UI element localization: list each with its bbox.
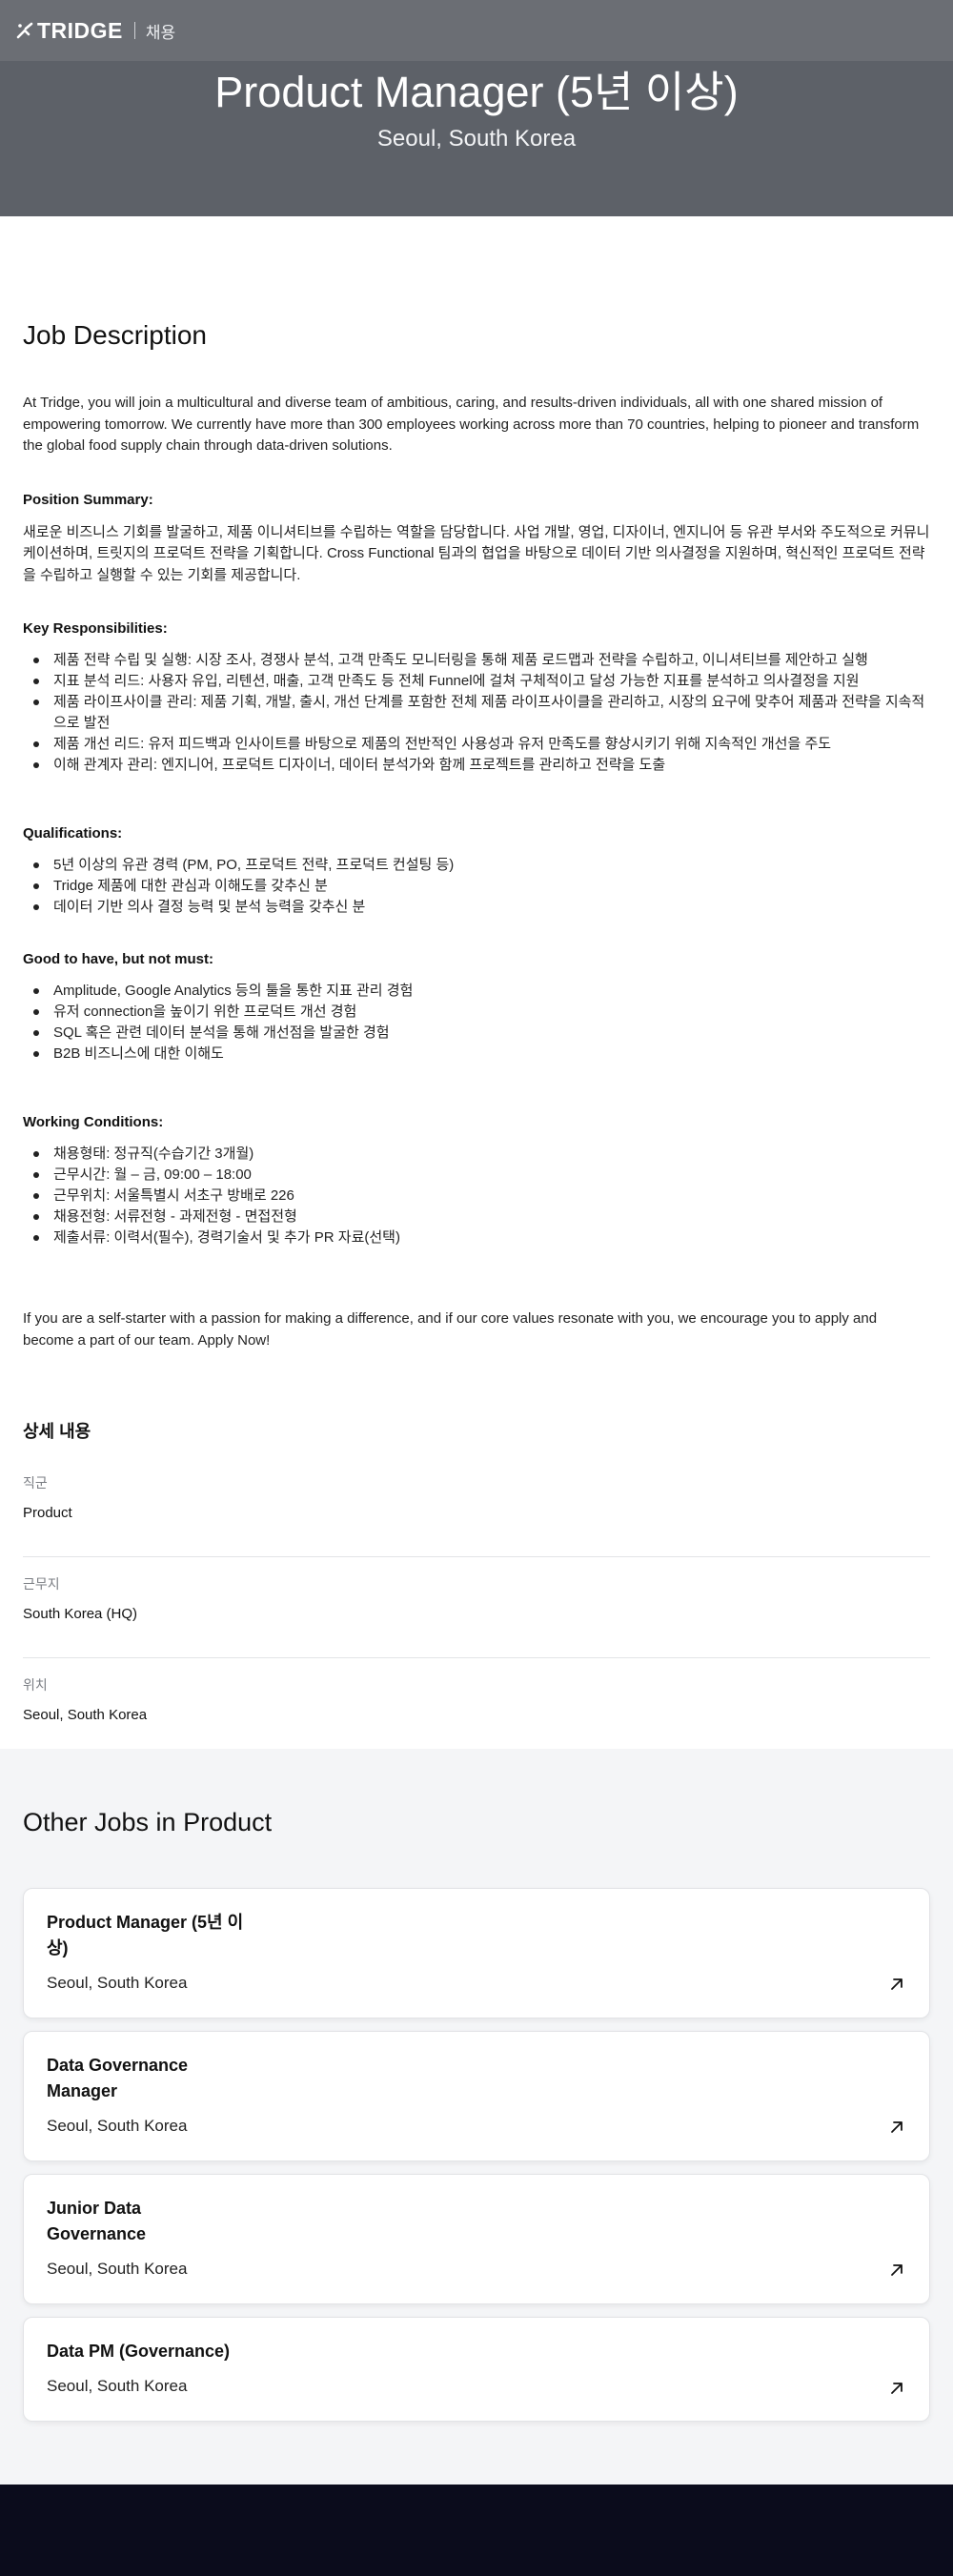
good-to-have-title: Good to have, but not must: [23,951,213,967]
responsibilities-list: 제품 전략 수립 및 실행: 시장 조사, 경쟁사 분석, 고객 만족도 모니터… [23,650,930,776]
list-item: 제품 개선 리드: 유저 피드백과 인사이트를 바탕으로 제품의 전반적인 사용… [23,734,930,755]
list-item: B2B 비즈니스에 대한 이해도 [23,1044,930,1065]
other-jobs-section: Other Jobs in Product Product Manager (5… [0,1749,953,2485]
job-card-title: Data Governance Manager [47,2056,189,2100]
list-item: SQL 혹은 관련 데이터 분석을 통해 개선점을 발굴한 경험 [23,1023,930,1044]
brand-name: TRIDGE [37,17,123,43]
list-item: 5년 이상의 유관 경력 (PM, PO, 프로덕트 전략, 프로덕트 컨설팅 … [23,855,930,876]
arrow-up-right-icon [891,2121,902,2133]
job-card-title: Product Manager (5년 이상) [47,1913,244,1957]
closing-paragraph: If you are a self-starter with a passion… [23,1310,878,1349]
detail-item-location: 위치 Seoul, South Korea [23,1675,930,1723]
tridge-logo-icon [16,22,33,39]
careers-nav-link[interactable]: 채용 [146,19,175,43]
job-description-heading: Job Description [23,320,207,350]
details-heading: 상세 내용 [23,1422,91,1441]
job-card[interactable]: Product Manager (5년 이상) Seoul, South Kor… [23,1888,930,2018]
detail-value: Seoul, South Korea [23,1707,148,1723]
position-summary-text: 새로운 비즈니스 기회를 발굴하고, 제품 이니셔티브를 수립하는 역할을 담당… [23,523,930,583]
detail-value: South Korea (HQ) [23,1606,138,1622]
list-item: 근무위치: 서울특별시 서초구 방배로 226 [23,1186,930,1207]
top-navigation-bar: TRIDGE 채용 [0,0,953,61]
intro-paragraph: At Tridge, you will join a multicultural… [23,395,920,454]
good-to-have-list: Amplitude, Google Analytics 등의 툴을 통한 지표 … [23,981,930,1065]
list-item: 제출서류: 이력서(필수), 경력기술서 및 추가 PR 자료(선택) [23,1227,930,1248]
list-item: 채용전형: 서류전형 - 과제전형 - 면접전형 [23,1207,930,1227]
arrow-up-right-icon [891,1978,902,1990]
job-card-title: Junior Data Governance [47,2199,147,2243]
list-item: 지표 분석 리드: 사용자 유입, 리텐션, 매출, 고객 만족도 등 전체 F… [23,671,930,692]
list-item: Tridge 제품에 대한 관심과 이해도를 갖추신 분 [23,876,930,897]
job-card-location: Seoul, South Korea [47,2117,188,2135]
job-card[interactable]: Data PM (Governance) Seoul, South Korea [23,2317,930,2422]
detail-item-office: 근무지 South Korea (HQ) [23,1574,930,1658]
arrow-up-right-icon [891,2264,902,2276]
qualifications-list: 5년 이상의 유관 경력 (PM, PO, 프로덕트 전략, 프로덕트 컨설팅 … [23,855,930,918]
job-location: Seoul, South Korea [376,126,577,152]
detail-label: 직군 [23,1475,48,1491]
list-item: Amplitude, Google Analytics 등의 툴을 통한 지표 … [23,981,930,1002]
job-card-title: Data PM (Governance) [47,2342,231,2361]
job-description-section: Job Description At Tridge, you will join… [23,320,930,1723]
list-item: 채용형태: 정규직(수습기간 3개월) [23,1144,930,1165]
detail-item-job-family: 직군 Product [23,1473,930,1557]
arrow-up-right-icon [891,2383,902,2394]
brand-divider [133,22,135,39]
working-conditions-title: Working Conditions: [23,1114,164,1130]
other-jobs-heading: Other Jobs in Product [23,1808,273,1836]
hero-banner: TRIDGE 채용 Product Manager (5년 이상) Seoul,… [0,0,953,216]
detail-value: Product [23,1505,72,1521]
list-item: 제품 라이프사이클 관리: 제품 기획, 개발, 출시, 개선 단계를 포함한 … [23,692,930,734]
detail-label: 위치 [23,1677,48,1693]
detail-label: 근무지 [23,1576,60,1592]
list-item: 유저 connection을 높이기 위한 프로덕트 개선 경험 [23,1002,930,1023]
list-item: 근무시간: 월 – 금, 09:00 – 18:00 [23,1165,930,1186]
brand-logo[interactable]: TRIDGE [16,18,123,44]
responsibilities-title: Key Responsibilities: [23,620,168,637]
qualifications-title: Qualifications: [23,825,123,842]
job-card[interactable]: Data Governance Manager Seoul, South Kor… [23,2031,930,2161]
job-card-location: Seoul, South Korea [47,2260,188,2278]
list-item: 이해 관계자 관리: 엔지니어, 프로덕트 디자이너, 데이터 분석가와 함께 … [23,755,930,776]
job-card[interactable]: Junior Data Governance Seoul, South Kore… [23,2174,930,2304]
job-card-location: Seoul, South Korea [47,1974,188,1992]
position-summary-title: Position Summary: [23,491,153,508]
list-item: 데이터 기반 의사 결정 능력 및 분석 능력을 갖추신 분 [23,897,930,918]
job-card-location: Seoul, South Korea [47,2377,188,2395]
working-conditions-list: 채용형태: 정규직(수습기간 3개월) 근무시간: 월 – 금, 09:00 –… [23,1144,930,1248]
site-footer [0,2485,953,2576]
job-title: Product Manager (5년 이상) [214,68,739,116]
list-item: 제품 전략 수립 및 실행: 시장 조사, 경쟁사 분석, 고객 만족도 모니터… [23,650,930,671]
